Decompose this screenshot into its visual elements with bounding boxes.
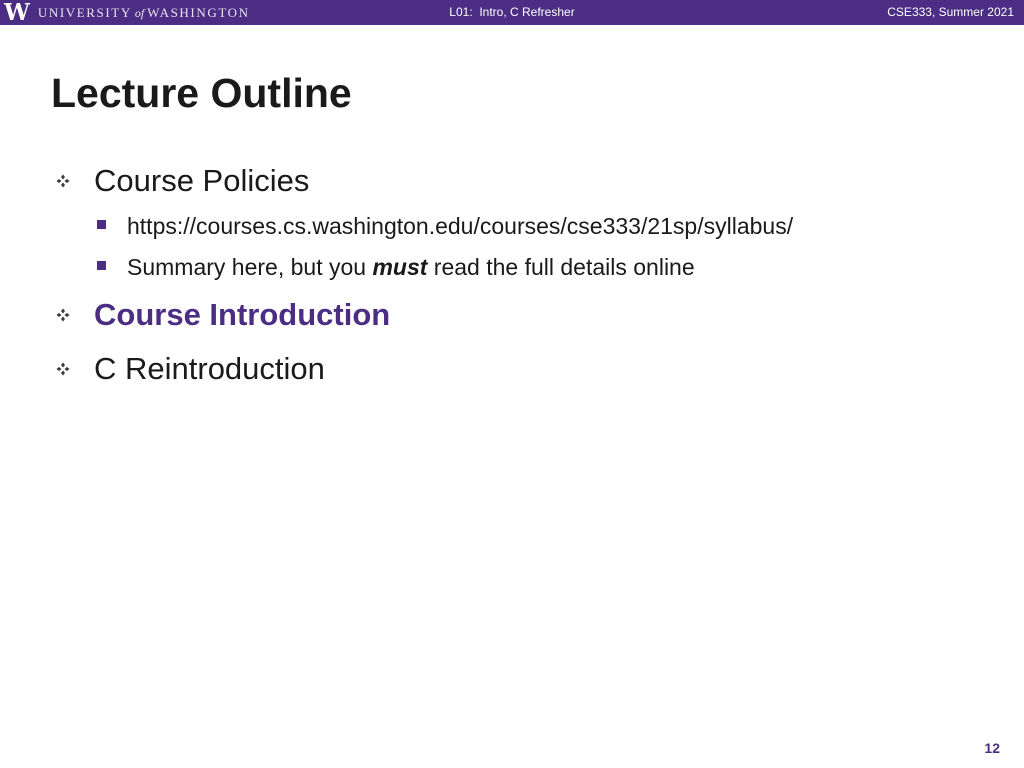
four-diamond-bullet-icon — [56, 174, 70, 188]
outline-item-label: Course Policies — [94, 163, 310, 198]
summary-text: Summary here, but you must read the full… — [127, 252, 695, 282]
page-number: 12 — [984, 740, 1000, 756]
summary-before: Summary here, but you — [127, 254, 373, 280]
outline-item-course-introduction: Course Introduction — [56, 295, 390, 335]
sub-item-summary: Summary here, but you must read the full… — [97, 252, 695, 282]
outline-item-label: Course Introduction — [94, 297, 391, 332]
outline-item-label: C Reintroduction — [94, 351, 325, 386]
sub-item-syllabus-url: https://courses.cs.washington.edu/course… — [97, 211, 793, 241]
four-diamond-bullet-icon — [56, 308, 70, 322]
outline-item-course-policies: Course Policies — [56, 161, 309, 201]
square-bullet-icon — [97, 260, 106, 270]
square-bullet-icon — [97, 219, 106, 229]
lecture-outline-list: Course Policies https://courses.cs.washi… — [0, 0, 1024, 768]
four-diamond-bullet-icon — [56, 362, 70, 376]
outline-item-c-reintroduction: C Reintroduction — [56, 349, 325, 389]
summary-after: read the full details online — [427, 254, 695, 280]
summary-emphasis: must — [372, 254, 428, 280]
syllabus-url-text: https://courses.cs.washington.edu/course… — [127, 213, 794, 239]
